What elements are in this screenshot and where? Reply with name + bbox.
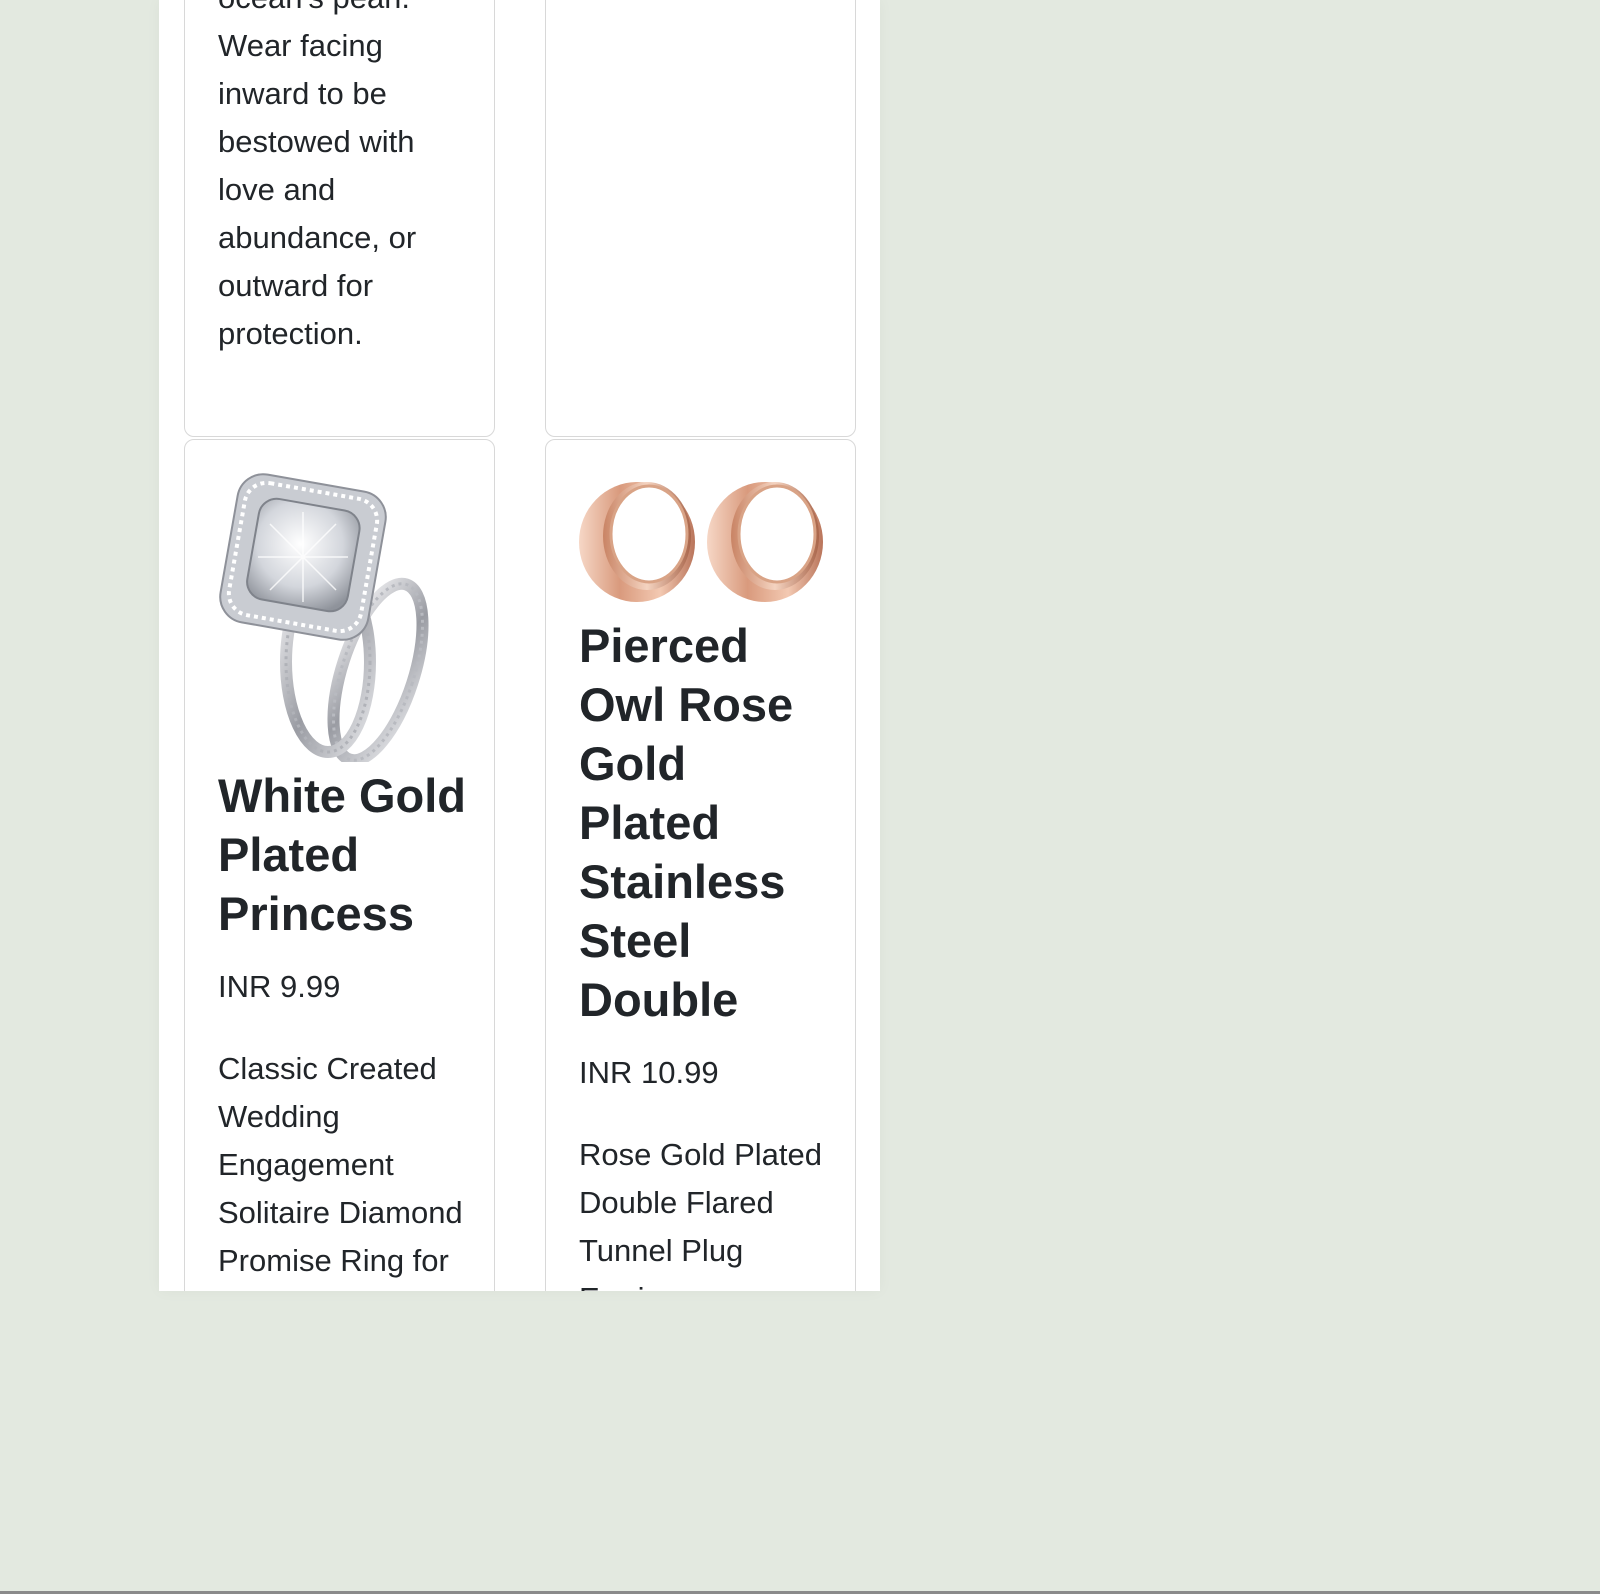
product-price: INR 9.99: [218, 969, 341, 1004]
product-list-panel: ocean's pearl. Wear facing inward to be …: [159, 0, 880, 1291]
product-title[interactable]: Pierced Owl Rose Gold Plated Stainless S…: [579, 616, 829, 1029]
product-description: Rose Gold Plated Double Flared Tunnel Pl…: [579, 1137, 822, 1291]
plug-right: [707, 482, 823, 602]
product-card[interactable]: Pierced Owl Rose Gold Plated Stainless S…: [545, 439, 856, 1291]
product-card[interactable]: White Gold Plated Princess INR 9.99 Clas…: [184, 439, 495, 1291]
product-image-tunnel-plugs[interactable]: [579, 472, 829, 612]
product-price: INR 10.99: [579, 1055, 719, 1090]
product-image-diamond-ring[interactable]: [218, 472, 468, 762]
product-title[interactable]: White Gold Plated Princess: [218, 766, 468, 943]
plug-left: [579, 482, 695, 602]
product-card[interactable]: ocean's pearl. Wear facing inward to be …: [184, 0, 495, 437]
product-description: Classic Created Wedding Engagement Solit…: [218, 1051, 463, 1278]
product-description: ocean's pearl. Wear facing inward to be …: [218, 0, 417, 351]
product-card[interactable]: [545, 0, 856, 437]
